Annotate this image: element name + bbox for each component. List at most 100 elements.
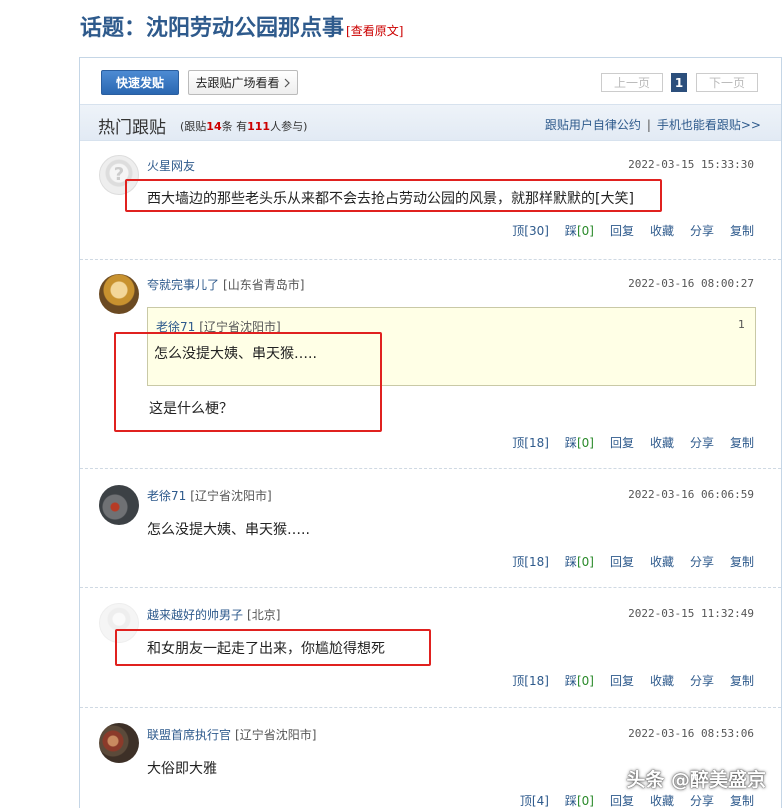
share-button[interactable]: 分享 (690, 436, 714, 450)
view-original-link[interactable]: [查看原文] (346, 24, 403, 38)
down-count: [0] (576, 794, 594, 808)
up-button[interactable]: 顶[18] (496, 674, 549, 688)
comment-text: 怎么没提大姨、串天猴….. (147, 522, 310, 538)
posts-count: 14 (206, 120, 222, 133)
comment-user[interactable]: 火星网友 (147, 157, 195, 174)
comments-panel: 快速发贴 去跟贴广场看看 上一页 1 下一页 热门跟贴 (跟贴14条 有111人… (79, 57, 782, 808)
copy-button[interactable]: 复制 (730, 794, 754, 808)
comment-item: ? 火星网友 2022-03-15 15:33:30 西大墙边的那些老头乐从来都… (80, 142, 781, 260)
user-name[interactable]: 火星网友 (147, 159, 195, 173)
favorite-button[interactable]: 收藏 (650, 224, 674, 238)
topic-title-text: 话题：沈阳劳动公园那点事 (80, 15, 345, 41)
comment-actions: 顶[18] 踩[0] 回复 收藏 分享 复制 (480, 434, 754, 451)
reply-button[interactable]: 回复 (610, 555, 634, 569)
comment-text: 这是什么梗？ (149, 401, 233, 417)
comment-text: 和女朋友一起走了出来，你尴尬得想死 (147, 641, 385, 657)
quoted-text: 怎么没提大姨、串天猴….. (154, 346, 317, 362)
comment-text: 西大墙边的那些老头乐从来都不会去抢占劳动公园的风景，就那样默默的[大笑] (147, 191, 634, 207)
comment-actions: 顶[18] 踩[0] 回复 收藏 分享 复制 (480, 672, 754, 689)
stats-prefix: (跟贴 (180, 120, 207, 133)
user-name[interactable]: 联盟首席执行官 (147, 728, 231, 742)
down-label: 踩 (564, 794, 577, 808)
comment-item: 联盟首席执行官 [辽宁省沈阳市] 2022-03-16 08:53:06 大俗即大… (80, 708, 781, 808)
up-button[interactable]: 顶[4] (504, 794, 549, 808)
comment-actions: 顶[4] 踩[0] 回复 收藏 分享 复制 (488, 792, 754, 808)
quoted-user: 老徐71 [辽宁省沈阳市] (156, 318, 281, 335)
comment-time: 2022-03-15 11:32:49 (628, 607, 754, 620)
up-label: 顶[30] (512, 224, 549, 238)
comment-time: 2022-03-16 08:53:06 (628, 727, 754, 740)
share-button[interactable]: 分享 (690, 794, 714, 808)
chevron-right-icon (284, 78, 290, 87)
up-button[interactable]: 顶[18] (496, 555, 549, 569)
reply-button[interactable]: 回复 (610, 794, 634, 808)
up-label: 顶[18] (512, 674, 549, 688)
next-page-button[interactable]: 下一页 (696, 73, 758, 92)
share-button[interactable]: 分享 (690, 674, 714, 688)
comment-item: 老徐71 [辽宁省沈阳市] 2022-03-16 06:06:59 怎么没提大姨、… (80, 469, 781, 588)
go-plaza-button[interactable]: 去跟贴广场看看 (188, 70, 298, 95)
favorite-button[interactable]: 收藏 (650, 436, 674, 450)
copy-button[interactable]: 复制 (730, 555, 754, 569)
user-name[interactable]: 夸就完事儿了 (147, 278, 219, 292)
user-name[interactable]: 老徐71 (147, 489, 186, 503)
user-location: [北京] (247, 608, 281, 622)
rules-link[interactable]: 跟贴用户自律公约 (545, 118, 641, 132)
user-name[interactable]: 越来越好的帅男子 (147, 608, 243, 622)
current-page[interactable]: 1 (671, 73, 687, 92)
comment-text: 大俗即大雅 (147, 761, 217, 777)
avatar[interactable] (99, 723, 139, 763)
down-label: 踩 (564, 224, 577, 238)
prev-page-button[interactable]: 上一页 (601, 73, 663, 92)
quoted-user-name[interactable]: 老徐71 (156, 320, 195, 334)
quick-post-button[interactable]: 快速发贴 (101, 70, 179, 95)
favorite-button[interactable]: 收藏 (650, 555, 674, 569)
down-count: [0] (576, 674, 594, 688)
comment-user: 联盟首席执行官 [辽宁省沈阳市] (147, 726, 316, 743)
up-button[interactable]: 顶[18] (496, 436, 549, 450)
hot-comments-title: 热门跟贴 (98, 118, 166, 138)
user-location: [辽宁省沈阳市] (190, 489, 272, 503)
comment-user: 老徐71 [辽宁省沈阳市] (147, 487, 272, 504)
stats-suffix: 人参与) (270, 120, 308, 133)
comment-time: 2022-03-16 06:06:59 (628, 488, 754, 501)
down-button[interactable]: 踩[0] (565, 224, 594, 238)
watermark: 头条 @醉美盛京 (626, 769, 766, 791)
user-location: [山东省青岛市] (223, 278, 305, 292)
avatar[interactable] (99, 603, 139, 643)
comment-user: 夸就完事儿了 [山东省青岛市] (147, 276, 304, 293)
down-count: [0] (576, 555, 594, 569)
down-button[interactable]: 踩[0] (565, 674, 594, 688)
comment-item: 越来越好的帅男子 [北京] 2022-03-15 11:32:49 和女朋友一起走… (80, 588, 781, 708)
favorite-button[interactable]: 收藏 (650, 674, 674, 688)
copy-button[interactable]: 复制 (730, 224, 754, 238)
user-location: [辽宁省沈阳市] (235, 728, 317, 742)
down-button[interactable]: 踩[0] (565, 436, 594, 450)
favorite-button[interactable]: 收藏 (650, 794, 674, 808)
up-label: 顶[18] (512, 436, 549, 450)
down-button[interactable]: 踩[0] (565, 555, 594, 569)
reply-button[interactable]: 回复 (610, 224, 634, 238)
avatar[interactable] (99, 274, 139, 314)
go-plaza-label: 去跟贴广场看看 (195, 76, 280, 90)
reply-button[interactable]: 回复 (610, 436, 634, 450)
copy-button[interactable]: 复制 (730, 674, 754, 688)
copy-button[interactable]: 复制 (730, 436, 754, 450)
down-button[interactable]: 踩[0] (565, 794, 594, 808)
down-label: 踩 (564, 555, 577, 569)
share-button[interactable]: 分享 (690, 224, 714, 238)
mobile-link[interactable]: 手机也能看跟贴>> (657, 118, 761, 132)
hot-comments-stats: (跟贴14条 有111人参与) (180, 118, 307, 134)
avatar[interactable]: ? (99, 155, 139, 195)
hot-links: 跟贴用户自律公约 | 手机也能看跟贴>> (544, 118, 761, 132)
page: 话题：沈阳劳动公园那点事 [查看原文] 快速发贴 去跟贴广场看看 上一页 1 下一… (0, 0, 782, 808)
comment-time: 2022-03-15 15:33:30 (628, 158, 754, 171)
up-button[interactable]: 顶[30] (496, 224, 549, 238)
stats-mid: 条 有 (221, 120, 248, 133)
reply-button[interactable]: 回复 (610, 674, 634, 688)
comment-actions: 顶[30] 踩[0] 回复 收藏 分享 复制 (480, 222, 754, 239)
quoted-user-location: [辽宁省沈阳市] (199, 320, 281, 334)
comment-user: 越来越好的帅男子 [北京] (147, 606, 280, 623)
avatar[interactable] (99, 485, 139, 525)
share-button[interactable]: 分享 (690, 555, 714, 569)
